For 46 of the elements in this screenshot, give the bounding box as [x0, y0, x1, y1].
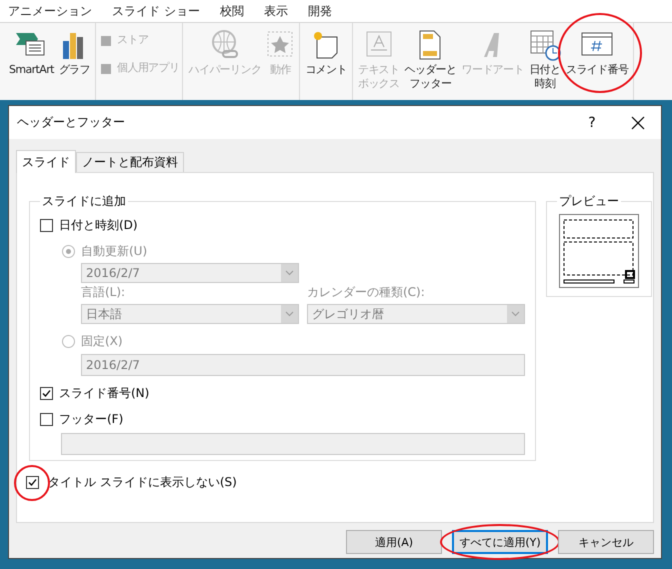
ribbon-tab[interactable]: 表示 [262, 2, 306, 20]
disabled-label: 動作 [270, 63, 291, 77]
checkbox-label: タイトル スライドに表示しない(S) [48, 474, 237, 490]
checkbox[interactable] [40, 386, 53, 400]
checkbox[interactable] [40, 218, 53, 232]
checkbox-label: スライド番号(N) [59, 384, 150, 402]
checkbox[interactable] [40, 412, 53, 426]
disabled-label: ボックス [358, 77, 400, 91]
preview-title: プレビュー [558, 193, 620, 210]
disabled-label: ハイパーリンク [188, 63, 262, 77]
item-label: SmartArt [9, 63, 54, 77]
item-label: コメント [305, 63, 347, 77]
group-title: スライドに追加 [41, 193, 127, 210]
caret-icon [281, 305, 298, 323]
tab[interactable]: ノートと配布資料 [76, 152, 184, 172]
document-icon [417, 29, 444, 61]
ribbon-tab[interactable]: 校閲 [218, 2, 262, 20]
item-label: ヘッダーと [404, 63, 456, 77]
item-label: 個人用アプリ [117, 61, 180, 75]
item-label: グラフ [58, 63, 90, 77]
field-label: カレンダーの種類(C): [307, 284, 426, 301]
checkbox-label: フッター(F) [59, 410, 124, 428]
item-label: ストア [117, 33, 148, 47]
tab[interactable]: スライド [16, 150, 76, 173]
caret-icon [507, 305, 524, 323]
dialog-title: ヘッダーとフッター [17, 114, 126, 131]
checkbox-label: 日付と時刻(D) [59, 216, 138, 234]
calendar-clock-icon [528, 29, 561, 61]
disabled-label: テキスト [358, 63, 400, 77]
ribbon-tab[interactable]: 開発 [306, 2, 350, 20]
caret-icon [281, 264, 298, 282]
ribbon-tab[interactable]: スライド ショー [110, 2, 218, 20]
radio-label: 自動更新(U) [81, 242, 148, 260]
radio-label: 固定(X) [81, 332, 123, 350]
disabled-label: ワードアート [462, 63, 524, 77]
field-label: 言語(L): [81, 284, 126, 301]
ribbon-tab[interactable]: アニメーション [6, 2, 110, 20]
help-button[interactable]: ? [569, 114, 615, 130]
checkbox[interactable] [26, 476, 39, 488]
item-label: スライド番号 [566, 63, 628, 77]
dialog-button[interactable]: 適用(A) [346, 530, 442, 554]
item-label: フッター [410, 77, 452, 91]
dialog-button[interactable]: キャンセル [558, 530, 654, 554]
dialog-button[interactable]: すべてに適用(Y) [452, 530, 548, 554]
item-label: 日付と [529, 63, 560, 77]
item-label: 時刻 [534, 77, 556, 91]
